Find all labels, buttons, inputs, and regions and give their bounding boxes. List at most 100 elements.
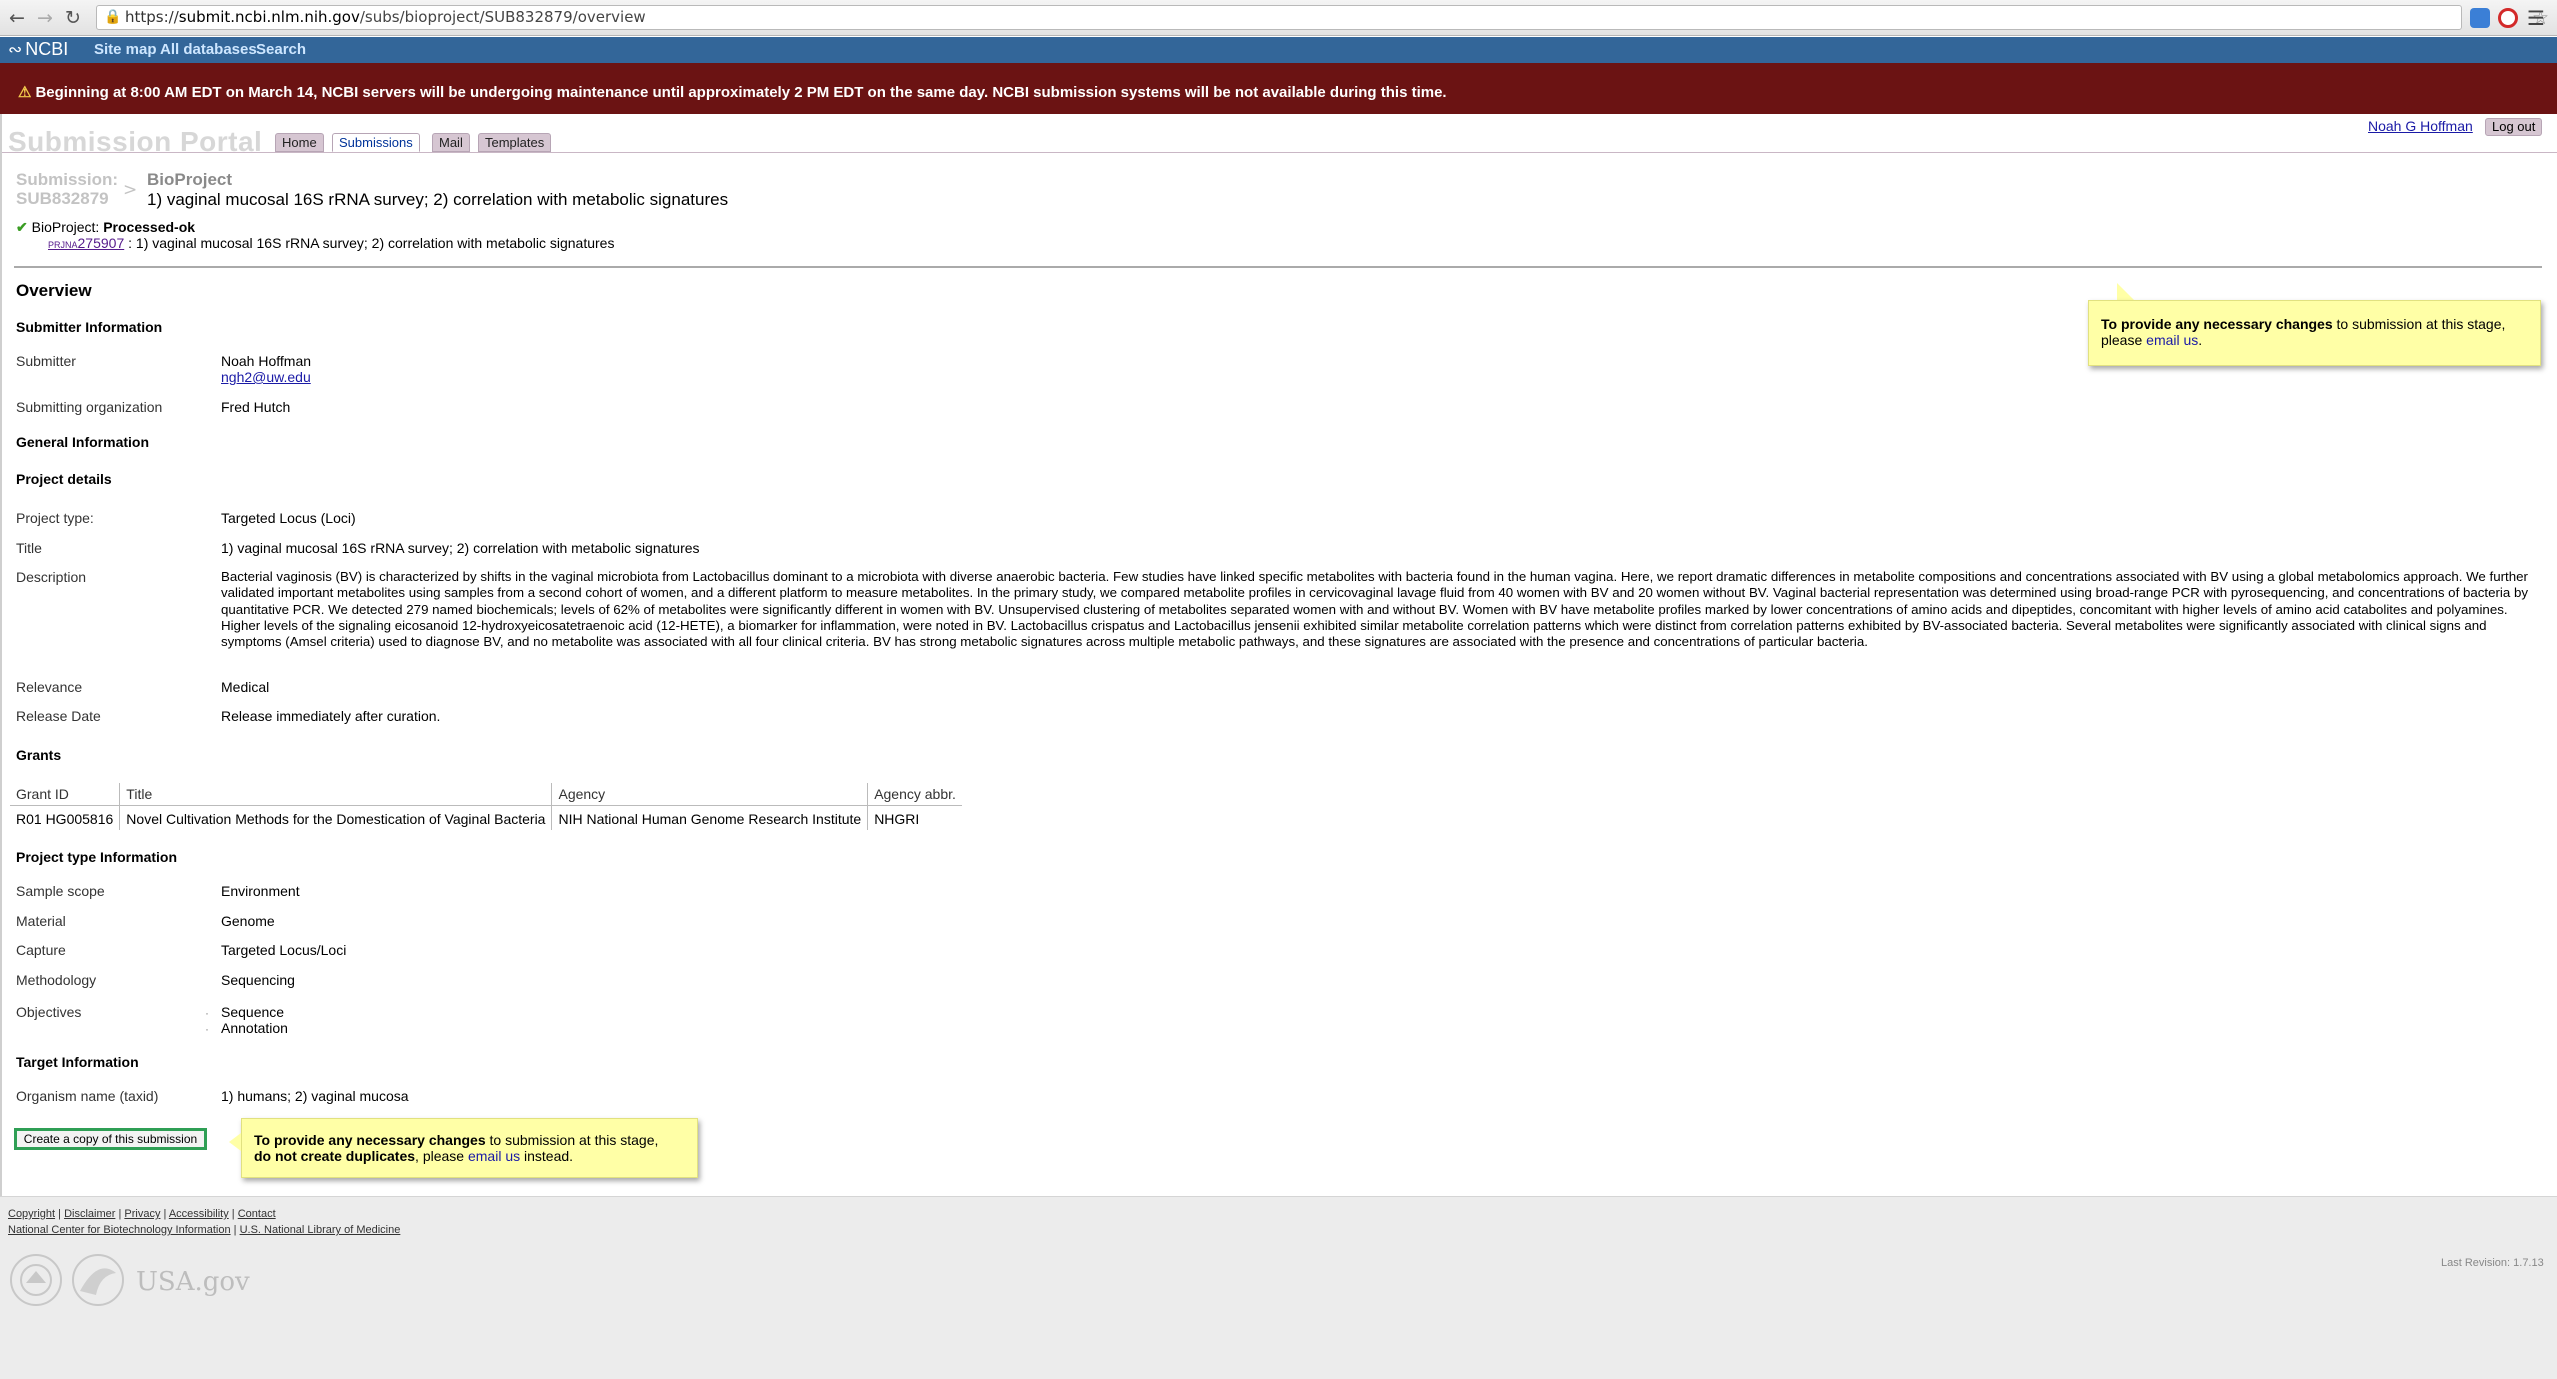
footer-links-row-1: Copyright | Disclaimer | Privacy | Acces… bbox=[8, 1208, 276, 1220]
email-us-link[interactable]: email us bbox=[468, 1148, 520, 1164]
ncbi-logo-text: NCBI bbox=[25, 39, 69, 59]
accession-link[interactable]: PRJNA275907 bbox=[48, 235, 124, 251]
project-type-info-heading: Project type Information bbox=[16, 849, 178, 865]
ncbi-header: ∾ NCBI Site map All databases Search bbox=[0, 37, 2557, 63]
contact-link[interactable]: Contact bbox=[238, 1208, 276, 1220]
accessibility-link[interactable]: Accessibility bbox=[169, 1208, 229, 1220]
submission-id: SUB832879 bbox=[16, 189, 109, 208]
target-info-heading: Target Information bbox=[16, 1054, 139, 1070]
title-value: 1) vaginal mucosal 16S rRNA survey; 2) c… bbox=[221, 540, 700, 556]
objective-item: Sequence bbox=[221, 1004, 285, 1020]
checkmark-icon: ✔ bbox=[16, 219, 28, 235]
grants-col-header: Agency abbr. bbox=[867, 783, 962, 806]
organism-label: Organism name (taxid) bbox=[16, 1088, 159, 1104]
grants-heading: Grants bbox=[16, 747, 62, 763]
header-divider bbox=[0, 152, 2557, 153]
release-date-label: Release Date bbox=[16, 708, 101, 724]
reload-icon[interactable]: ↻ bbox=[62, 7, 84, 29]
relevance-value: Medical bbox=[221, 679, 270, 695]
tooltip-text: please bbox=[2101, 332, 2147, 348]
grant-agency-cell: NIH National Human Genome Research Insti… bbox=[551, 805, 869, 830]
search-link[interactable]: Search bbox=[256, 41, 306, 58]
organization-value: Fred Hutch bbox=[221, 399, 291, 415]
tooltip-text: to submission at this stage, bbox=[2332, 316, 2506, 332]
content-divider bbox=[14, 266, 2542, 268]
tooltip-text: to submission at this stage, bbox=[485, 1132, 659, 1148]
tab-mail[interactable]: Mail bbox=[432, 133, 470, 152]
tooltip-line-1: To provide any necessary changes to subm… bbox=[254, 1132, 685, 1148]
general-section-heading: General Information bbox=[16, 434, 150, 450]
page-footer: Copyright | Disclaimer | Privacy | Acces… bbox=[0, 1196, 2557, 1379]
email-us-link[interactable]: email us bbox=[2146, 332, 2198, 348]
grants-header-row: Grant ID Title Agency Agency abbr. bbox=[10, 783, 962, 806]
submitter-email-link[interactable]: ngh2@uw.edu bbox=[221, 369, 311, 385]
top-help-tooltip: To provide any necessary changes to subm… bbox=[2088, 300, 2541, 366]
nih-seal-icon[interactable] bbox=[10, 1254, 62, 1306]
relevance-label: Relevance bbox=[16, 679, 83, 695]
ncbi-logo[interactable]: ∾ NCBI bbox=[8, 39, 68, 60]
user-name-link[interactable]: Noah G Hoffman bbox=[2368, 118, 2473, 134]
all-databases-link[interactable]: All databases bbox=[160, 41, 257, 58]
bullet-icon: · bbox=[205, 1022, 209, 1036]
accession-line: PRJNA275907 : 1) vaginal mucosal 16S rRN… bbox=[48, 235, 614, 251]
create-copy-button[interactable]: Create a copy of this submission bbox=[14, 1128, 207, 1150]
usa-gov-logo[interactable]: USA.gov bbox=[136, 1267, 250, 1297]
tooltip-line-2: do not create duplicates, please email u… bbox=[254, 1148, 685, 1164]
warning-icon: ⚠ bbox=[18, 84, 32, 101]
tab-submissions[interactable]: Submissions bbox=[332, 133, 420, 152]
grant-agency-abbr-cell: NHGRI bbox=[874, 811, 920, 827]
sample-scope-value: Environment bbox=[221, 883, 300, 899]
status-value: Processed-ok bbox=[103, 219, 196, 235]
site-map-link[interactable]: Site map bbox=[94, 41, 157, 58]
tooltip-bold-text: To provide any necessary changes bbox=[254, 1132, 486, 1148]
breadcrumb-arrow-icon: > bbox=[123, 180, 138, 200]
capture-value: Targeted Locus/Loci bbox=[221, 942, 347, 958]
table-row: R01 HG005816 Novel Cultivation Methods f… bbox=[10, 805, 962, 830]
hhs-eagle-icon[interactable] bbox=[72, 1254, 124, 1306]
grants-col-header: Title bbox=[119, 783, 553, 806]
maintenance-banner: ⚠ Beginning at 8:00 AM EDT on March 14, N… bbox=[0, 63, 2557, 114]
forward-arrow-icon[interactable]: → bbox=[34, 7, 56, 29]
left-border bbox=[0, 114, 2, 1196]
url-path: /subs/bioproject/SUB832879/overview bbox=[359, 8, 646, 26]
organism-value: 1) humans; 2) vaginal mucosa bbox=[221, 1088, 409, 1104]
nlm-footer-link[interactable]: U.S. National Library of Medicine bbox=[240, 1224, 401, 1236]
release-date-value: Release immediately after curation. bbox=[221, 708, 441, 724]
logout-button[interactable]: Log out bbox=[2485, 118, 2543, 136]
grants-col-header: Grant ID bbox=[10, 783, 121, 806]
last-revision: Last Revision: 1.7.13 bbox=[2441, 1257, 2544, 1269]
bottom-help-tooltip: To provide any necessary changes to subm… bbox=[241, 1118, 698, 1178]
back-arrow-icon[interactable]: ← bbox=[6, 7, 28, 29]
tooltip-text: instead. bbox=[520, 1148, 574, 1164]
portal-title: Submission Portal bbox=[8, 126, 263, 157]
privacy-link[interactable]: Privacy bbox=[124, 1208, 160, 1220]
footer-logo-strip: USA.gov bbox=[10, 1254, 250, 1306]
objective-item: Annotation bbox=[221, 1020, 288, 1036]
copyright-link[interactable]: Copyright bbox=[8, 1208, 55, 1220]
disclaimer-link[interactable]: Disclaimer bbox=[64, 1208, 115, 1220]
maintenance-text: Beginning at 8:00 AM EDT on March 14, NC… bbox=[35, 84, 1447, 101]
grant-id-cell: R01 HG005816 bbox=[10, 805, 121, 830]
footer-logos: USA.gov bbox=[8, 1253, 258, 1314]
description-label: Description bbox=[16, 569, 87, 585]
tooltip-pointer-icon bbox=[229, 1133, 241, 1151]
address-bar[interactable]: 🔒 https://submit.ncbi.nlm.nih.gov/subs/b… bbox=[96, 5, 2549, 30]
status-label: BioProject: bbox=[31, 219, 100, 235]
project-type-value: Targeted Locus (Loci) bbox=[221, 510, 356, 526]
tab-templates[interactable]: Templates bbox=[478, 133, 552, 152]
submitter-label: Submitter bbox=[16, 353, 76, 369]
browser-menu-icon[interactable]: ☰ bbox=[2527, 6, 2545, 30]
tooltip-text: . bbox=[2198, 332, 2203, 348]
tab-home[interactable]: Home bbox=[275, 133, 324, 152]
ncbi-footer-link[interactable]: National Center for Biotechnology Inform… bbox=[8, 1224, 231, 1236]
extension-icon[interactable] bbox=[2470, 8, 2490, 28]
grants-col-header: Agency bbox=[551, 783, 869, 806]
submitter-name: Noah Hoffman bbox=[221, 353, 312, 369]
submission-label: Submission: bbox=[16, 170, 119, 189]
submitter-section-heading: Submitter Information bbox=[16, 319, 163, 335]
bullet-icon: · bbox=[205, 1006, 209, 1020]
methodology-value: Sequencing bbox=[221, 972, 295, 988]
project-details-heading: Project details bbox=[16, 471, 112, 487]
ncbi-swirl-icon: ∾ bbox=[8, 40, 23, 59]
opera-extension-icon[interactable] bbox=[2498, 8, 2518, 28]
